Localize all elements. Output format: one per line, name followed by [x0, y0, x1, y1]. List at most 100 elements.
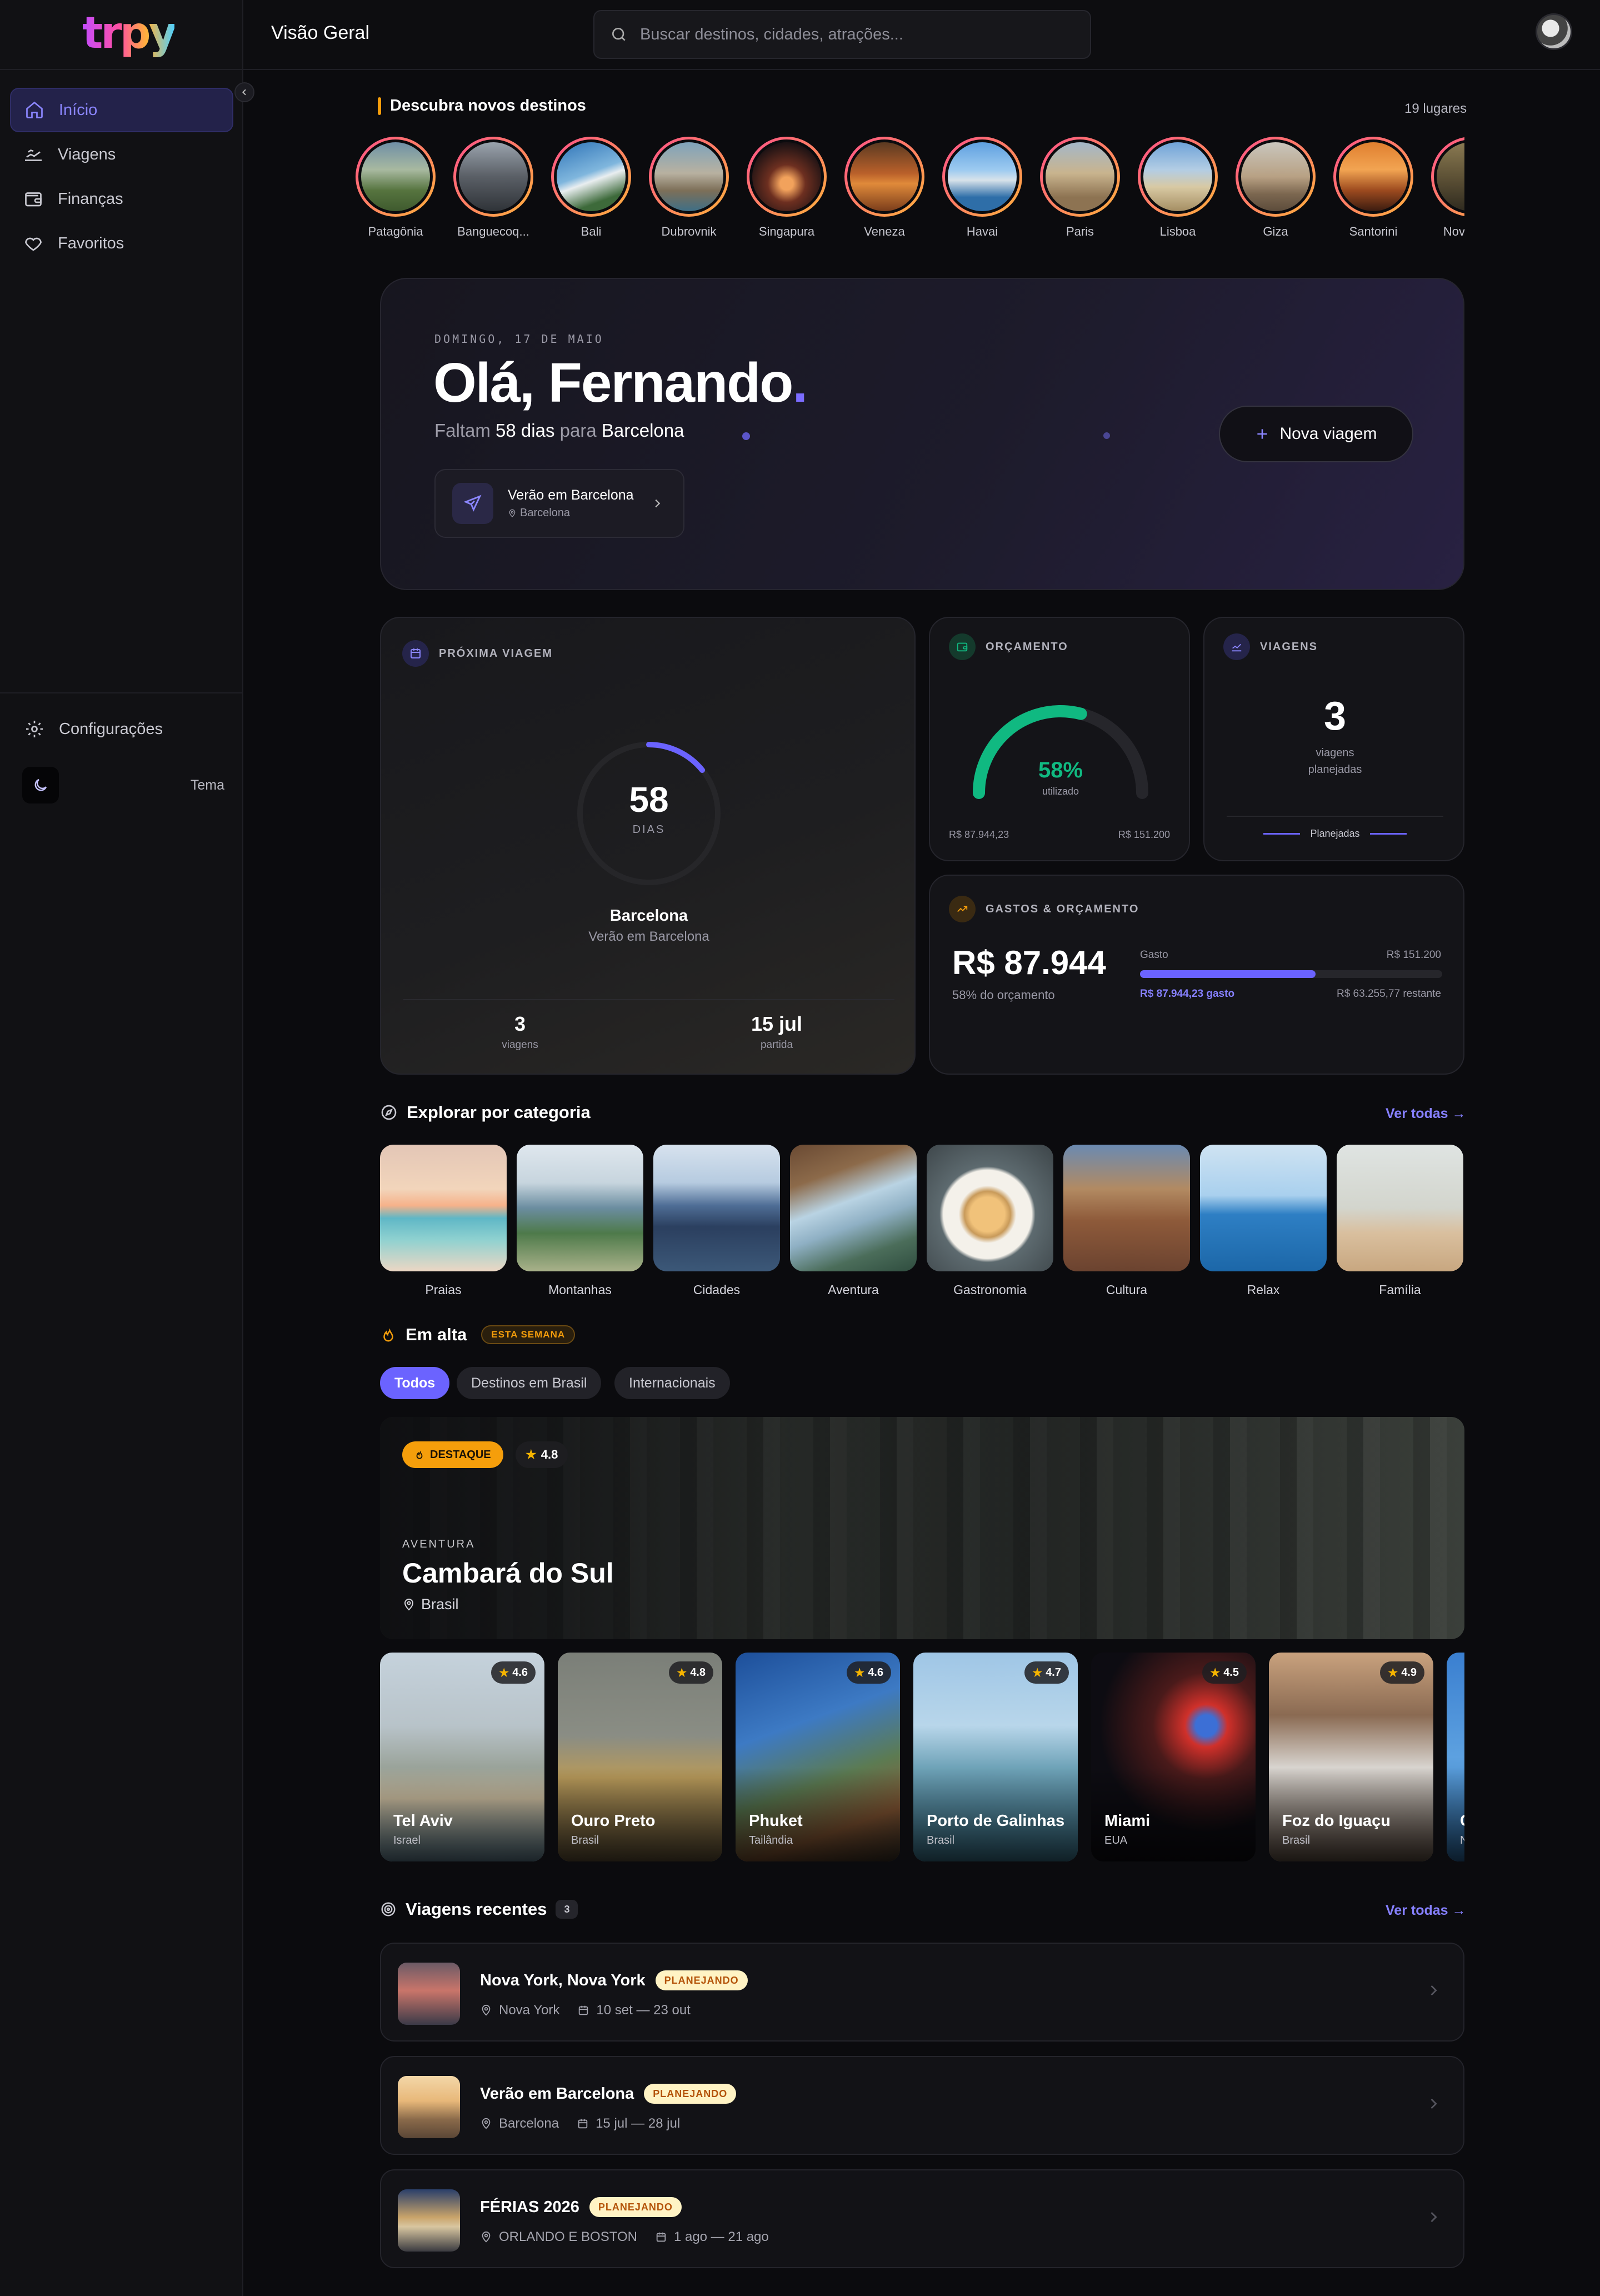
story-item[interactable]: Veneza [842, 137, 927, 239]
settings-button[interactable]: Configurações [11, 707, 234, 751]
destination-card[interactable]: ★ 4.5 Miami EUA [1091, 1653, 1256, 1861]
story-item[interactable]: Havai [940, 137, 1024, 239]
filter-chip-todos[interactable]: Todos [380, 1367, 450, 1399]
trip-location: Nova York [499, 2003, 560, 2018]
trips-label-2: planejadas [1308, 763, 1362, 776]
category-card[interactable]: Cidades [653, 1145, 780, 1297]
sidebar-item-label: Viagens [58, 145, 116, 163]
trip-meta: ORLANDO E BOSTON 1 ago — 21 ago [480, 2229, 769, 2245]
sidebar-item-favoritos[interactable]: Favoritos [10, 221, 233, 266]
destination-card[interactable]: ★ 4.6 Tel Aviv Israel [380, 1653, 544, 1861]
category-card[interactable]: Aventura [790, 1145, 917, 1297]
category-card[interactable]: Família [1337, 1145, 1463, 1297]
story-item[interactable]: Nova Yo... [1429, 137, 1464, 239]
category-label: Gastronomia [953, 1282, 1027, 1297]
status-badge: PLANEJANDO [589, 2197, 682, 2217]
destination-name: Porto de Galinhas [927, 1812, 1065, 1830]
greeting-text: Olá, Fernando [433, 352, 793, 414]
destination-country: Tailândia [749, 1834, 793, 1846]
destination-card[interactable]: ★ 4.6 Phuket Tailândia [736, 1653, 900, 1861]
recent-trip-row[interactable]: Nova York, Nova York PLANEJANDO Nova York… [380, 1943, 1464, 2042]
theme-toggle-row: Tema [22, 767, 224, 803]
destination-name: Foz do Iguaçu [1282, 1812, 1391, 1830]
featured-destination-card[interactable]: DESTAQUE ★ 4.8 AVENTURA Cambará do Sul B… [380, 1417, 1464, 1639]
trip-location: ORLANDO E BOSTON [499, 2229, 637, 2244]
story-item[interactable]: Singapura [744, 137, 829, 239]
story-label: Dubrovnik [661, 224, 717, 238]
category-label: Cidades [693, 1282, 741, 1297]
destination-card[interactable]: ★ 4.8 Ouro Preto Brasil [558, 1653, 722, 1861]
story-label: Lisboa [1159, 224, 1196, 238]
category-card[interactable]: Cultura [1063, 1145, 1190, 1297]
compass-icon [381, 1105, 397, 1120]
pin-icon [482, 2231, 491, 2243]
story-item[interactable]: Paris [1038, 137, 1122, 239]
avatar[interactable] [1536, 13, 1572, 50]
sidebar-item-financas[interactable]: Finanças [10, 177, 233, 221]
theme-toggle-button[interactable] [22, 767, 59, 803]
category-card[interactable]: Montanhas [517, 1145, 643, 1297]
expenses-card[interactable]: GASTOS & ORÇAMENTO R$ 87.944 58% do orça… [929, 875, 1464, 1075]
sidebar-divider [0, 692, 243, 693]
recent-trip-row[interactable]: Verão em Barcelona PLANEJANDO Barcelona 1… [380, 2056, 1464, 2155]
new-trip-button[interactable]: Nova viagem [1219, 406, 1413, 462]
story-item[interactable]: Santorini [1331, 137, 1416, 239]
recent-header: Viagens recentes 3 [380, 1899, 578, 1919]
trpy-logo[interactable]: trpy [82, 10, 177, 57]
story-label: Patagônia [368, 224, 423, 238]
filter-chip-internacionais[interactable]: Internacionais [614, 1367, 730, 1399]
featured-name: Cambará do Sul [402, 1558, 614, 1589]
sidebar-item-label: Favoritos [58, 234, 124, 252]
rating-value: 4.6 [868, 1666, 883, 1679]
recent-trip-row[interactable]: FÉRIAS 2026 PLANEJANDO ORLANDO E BOSTON 1… [380, 2169, 1464, 2268]
moon-icon [34, 778, 47, 791]
chevron-right-icon [655, 499, 661, 508]
recent-count-badge: 3 [556, 1900, 578, 1919]
recent-title: Viagens recentes [406, 1899, 547, 1919]
rating-value: 4.8 [690, 1666, 706, 1679]
filter-chip-brasil[interactable]: Destinos em Brasil [457, 1367, 602, 1399]
expenses-progress-track [1140, 970, 1442, 978]
search-box[interactable] [593, 10, 1091, 59]
destination-card[interactable]: C N [1447, 1653, 1464, 1861]
category-card[interactable]: Gastronomia [927, 1145, 1053, 1297]
star-icon: ★ [677, 1666, 687, 1679]
star-icon: ★ [526, 1448, 537, 1461]
sidebar-item-inicio[interactable]: Início [10, 88, 233, 132]
departure-label: partida [760, 1039, 793, 1051]
category-label: Montanhas [548, 1282, 612, 1297]
trip-meta: Barcelona 15 jul — 28 jul [480, 2116, 680, 2132]
trip-icon [25, 149, 42, 161]
category-card[interactable]: Praias [380, 1145, 507, 1297]
hero-trip-title: Verão em Barcelona [508, 487, 634, 503]
trips-card[interactable]: VIAGENS 3 viagens planejadas Planejadas [1203, 617, 1464, 861]
categories-see-all-link[interactable]: Ver todas → [1386, 1106, 1466, 1122]
hero-trip-card[interactable]: Verão em Barcelona Barcelona [434, 469, 684, 538]
story-item[interactable]: Lisboa [1136, 137, 1220, 239]
hero-countdown: Faltam 58 dias para Barcelona [434, 420, 684, 441]
destination-card[interactable]: ★ 4.7 Porto de Galinhas Brasil [913, 1653, 1078, 1861]
rating-badge: ★ 4.9 [1380, 1661, 1424, 1684]
category-label: Praias [425, 1282, 462, 1297]
countdown-prefix: Faltam [434, 420, 491, 441]
story-item[interactable]: Dubrovnik [647, 137, 731, 239]
trip-thumbnail [398, 2076, 460, 2138]
status-badge: PLANEJANDO [655, 1970, 748, 1990]
next-trip-card[interactable]: PRÓXIMA VIAGEM 58 DIAS Barcelona Verão e… [380, 617, 916, 1075]
destination-card[interactable]: ★ 4.9 Foz do Iguaçu Brasil [1269, 1653, 1433, 1861]
story-item[interactable]: Patagônia [353, 137, 438, 239]
decor-dot [742, 432, 750, 440]
expenses-progress-fill [1140, 970, 1316, 978]
category-card[interactable]: Relax [1200, 1145, 1327, 1297]
rating-value: 4.6 [512, 1666, 528, 1679]
departure-stat: 15 jul partida [721, 1012, 832, 1051]
recent-see-all-link[interactable]: Ver todas → [1386, 1903, 1466, 1919]
sidebar-collapse-button[interactable] [234, 82, 254, 102]
story-item[interactable]: Bali [549, 137, 633, 239]
sidebar-item-viagens[interactable]: Viagens [10, 132, 233, 177]
budget-card[interactable]: ORÇAMENTO 58% utilizado R$ 87.944,23 R$ … [929, 617, 1190, 861]
search-input[interactable] [640, 25, 1073, 44]
calendar-icon [411, 648, 421, 658]
story-item[interactable]: Giza [1233, 137, 1318, 239]
story-item[interactable]: Banguecoq... [451, 137, 536, 239]
